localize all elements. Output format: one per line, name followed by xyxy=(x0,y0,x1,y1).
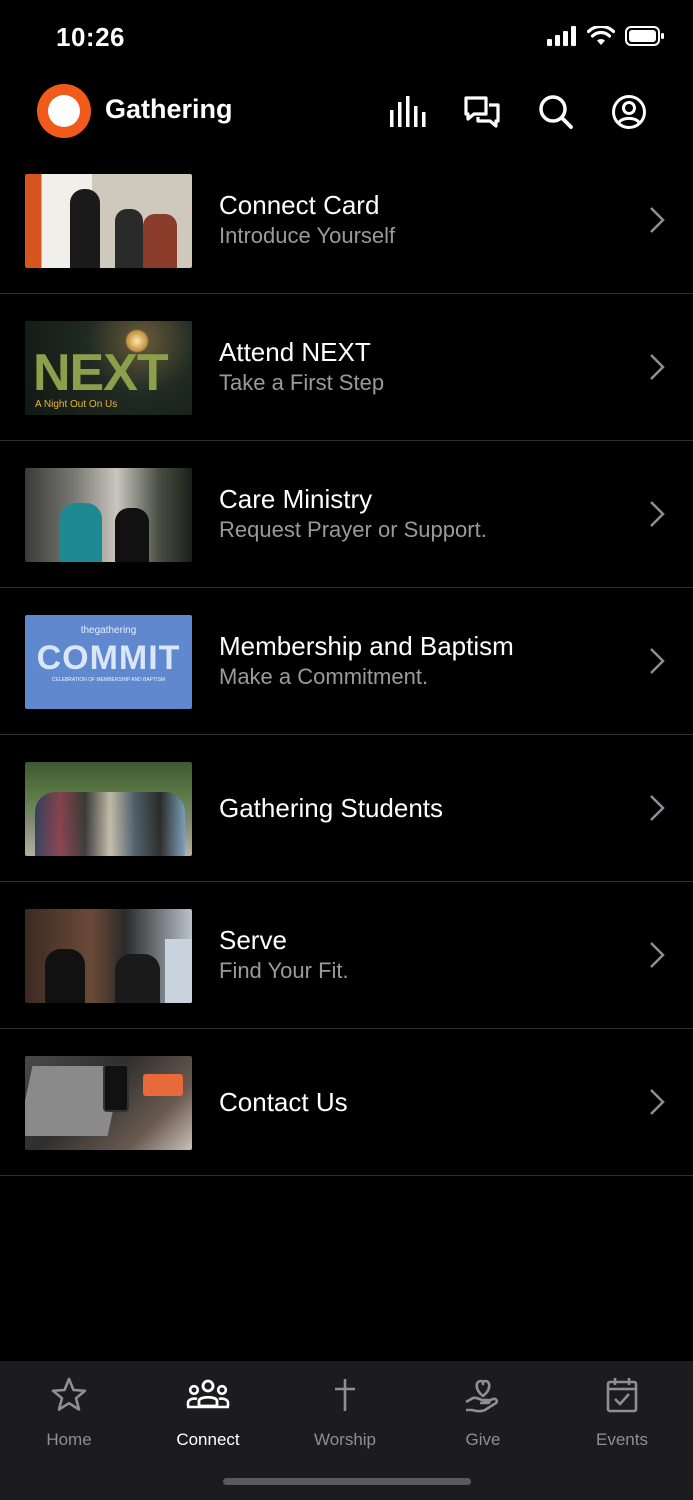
signal-icon xyxy=(547,26,576,46)
battery-icon xyxy=(625,26,664,46)
thumb-brand: thegathering xyxy=(80,625,137,636)
thumb-commit-caption: CELEBRATION OF MEMBERSHIP AND BAPTISM xyxy=(51,677,166,683)
profile-icon[interactable] xyxy=(609,92,649,132)
status-icons xyxy=(547,26,665,46)
chevron-right-icon xyxy=(650,501,665,527)
list-item-contact-us[interactable]: Contact Us xyxy=(0,1029,693,1176)
tab-label: Home xyxy=(46,1430,92,1449)
students-thumbnail xyxy=(25,762,192,856)
app-header: Gathering xyxy=(0,80,693,142)
attend-next-thumbnail: NEXT A Night Out On Us xyxy=(25,321,192,415)
list-item-attend-next[interactable]: NEXT A Night Out On Us Attend NEXT Take … xyxy=(0,294,693,441)
item-subtitle: Take a First Step xyxy=(219,370,385,395)
audio-bars-icon[interactable] xyxy=(388,92,428,132)
status-time: 10:26 xyxy=(56,22,125,52)
item-subtitle: Find Your Fit. xyxy=(219,958,349,983)
item-title: Connect Card xyxy=(219,190,380,220)
chevron-right-icon xyxy=(650,354,665,380)
item-subtitle: Introduce Yourself xyxy=(219,223,396,248)
list-item-care-ministry[interactable]: Care Ministry Request Prayer or Support. xyxy=(0,441,693,588)
wifi-icon xyxy=(587,26,615,45)
item-title: Contact Us xyxy=(219,1087,348,1117)
tab-home[interactable]: Home xyxy=(9,1375,129,1450)
membership-thumbnail: thegathering COMMIT CELEBRATION OF MEMBE… xyxy=(25,615,192,709)
tab-label: Connect xyxy=(176,1430,240,1449)
item-title: Attend NEXT xyxy=(219,337,371,367)
connect-card-thumbnail xyxy=(25,174,192,268)
item-subtitle: Request Prayer or Support. xyxy=(219,517,487,542)
item-title: Serve xyxy=(219,925,287,955)
chevron-right-icon xyxy=(650,942,665,968)
item-title: Care Ministry xyxy=(219,484,373,514)
tab-connect[interactable]: Connect xyxy=(148,1375,268,1450)
chevron-right-icon xyxy=(650,648,665,674)
thumb-commit-text: COMMIT xyxy=(36,639,181,677)
tab-label: Events xyxy=(596,1430,648,1449)
home-indicator[interactable] xyxy=(223,1478,471,1485)
heart-hand-icon xyxy=(465,1379,499,1413)
item-subtitle: Make a Commitment. xyxy=(219,664,429,689)
app-title: Gathering xyxy=(105,94,233,124)
tab-worship[interactable]: Worship xyxy=(285,1375,405,1450)
tab-events[interactable]: Events xyxy=(562,1375,682,1450)
tab-label: Worship xyxy=(313,1430,377,1449)
tab-label: Give xyxy=(465,1430,501,1449)
chevron-right-icon xyxy=(650,1089,665,1115)
serve-thumbnail xyxy=(25,909,192,1003)
list-item-membership-baptism[interactable]: thegathering COMMIT CELEBRATION OF MEMBE… xyxy=(0,588,693,735)
chevron-right-icon xyxy=(650,795,665,821)
chat-icon[interactable] xyxy=(462,92,502,132)
app-logo[interactable] xyxy=(37,84,91,138)
list-item-connect-card[interactable]: Connect Card Introduce Yourself xyxy=(0,147,693,294)
people-icon xyxy=(186,1379,230,1409)
care-ministry-thumbnail xyxy=(25,468,192,562)
chevron-right-icon xyxy=(650,207,665,233)
search-icon[interactable] xyxy=(536,92,576,132)
tab-give[interactable]: Give xyxy=(423,1375,543,1450)
item-title: Membership and Baptism xyxy=(219,631,514,661)
connect-list: Connect Card Introduce Yourself NEXT A N… xyxy=(0,147,693,1176)
thumb-next-text: NEXT xyxy=(33,344,169,402)
thumb-next-caption: A Night Out On Us xyxy=(35,399,118,410)
star-icon xyxy=(51,1377,87,1411)
contact-us-thumbnail xyxy=(25,1056,192,1150)
list-item-gathering-students[interactable]: Gathering Students xyxy=(0,735,693,882)
list-item-serve[interactable]: Serve Find Your Fit. xyxy=(0,882,693,1029)
cross-icon xyxy=(335,1379,355,1411)
calendar-check-icon xyxy=(606,1378,638,1413)
status-bar: 10:26 xyxy=(0,0,693,78)
item-title: Gathering Students xyxy=(219,793,444,823)
